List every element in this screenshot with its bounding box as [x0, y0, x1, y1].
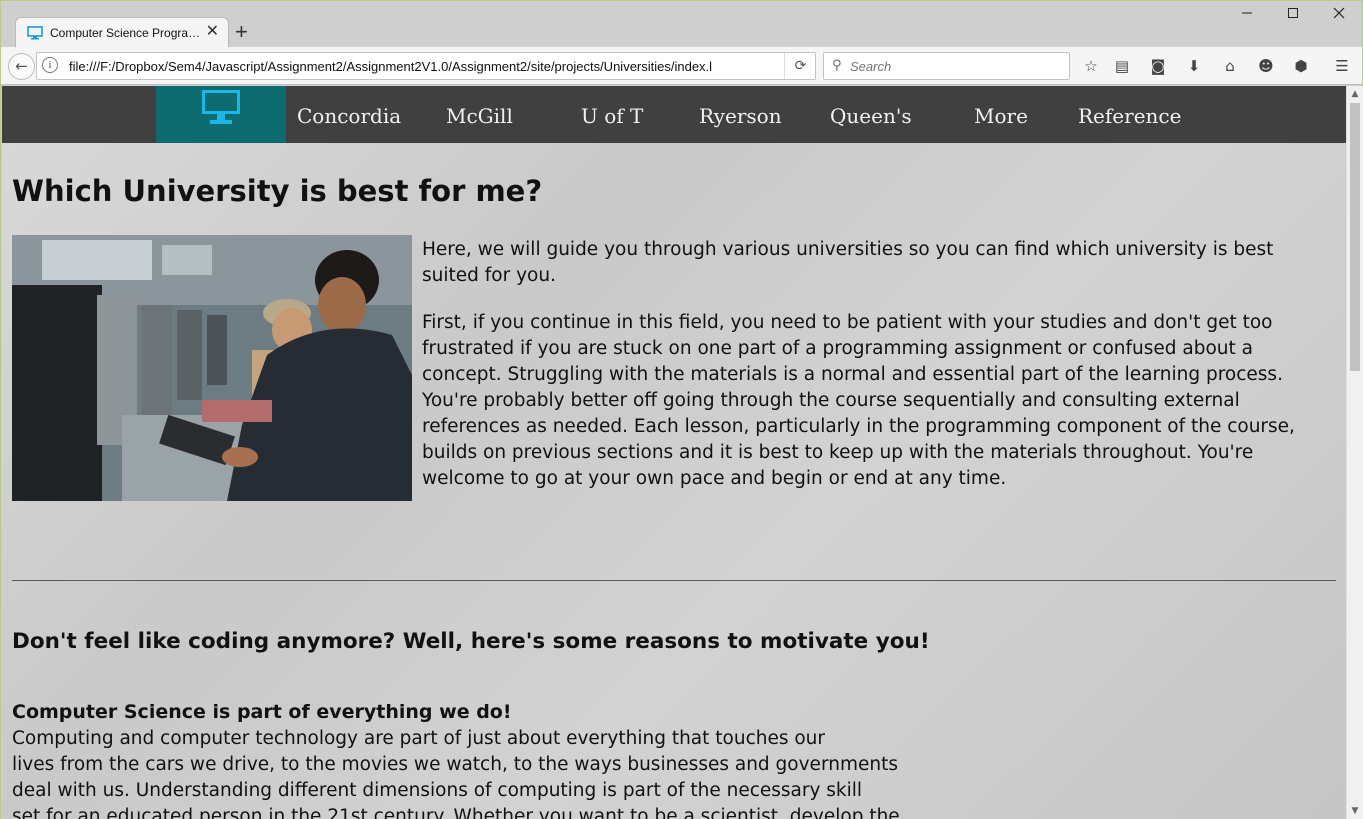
menu-icon[interactable]: ☰: [1332, 56, 1352, 76]
intro-text: Here, we will guide you through various …: [422, 237, 1334, 513]
site-info-icon[interactable]: i: [42, 57, 58, 73]
reason-line: lives from the cars we drive, to the mov…: [12, 754, 898, 775]
close-tab-icon[interactable]: ✕: [206, 23, 219, 41]
intro-paragraph-1: Here, we will guide you through various …: [422, 239, 1274, 286]
maximize-button[interactable]: [1270, 5, 1316, 29]
site-logo[interactable]: [156, 86, 286, 143]
tab-title: Computer Science Progra…: [50, 26, 200, 40]
emoji-icon[interactable]: ☻: [1256, 56, 1276, 76]
reason-title: Computer Science is part of everything w…: [12, 701, 512, 723]
reload-icon[interactable]: ⟳: [784, 53, 816, 79]
title-bar: Computer Science Progra… ✕ +: [1, 1, 1362, 48]
nav-queens[interactable]: Queen's: [830, 104, 912, 128]
reason-text: Computing and computer technology are pa…: [12, 726, 952, 819]
back-button[interactable]: ←: [8, 53, 35, 80]
section-divider: [12, 580, 1336, 581]
minimize-icon: [1242, 12, 1252, 14]
search-input[interactable]: [850, 57, 1060, 75]
extension-icon[interactable]: ⬢: [1291, 56, 1311, 76]
download-icon[interactable]: ⬇: [1184, 56, 1204, 76]
back-arrow-icon: ←: [15, 57, 28, 75]
nav-more[interactable]: More: [974, 104, 1028, 128]
browser-window: Computer Science Progra… ✕ + file:///F:/…: [0, 0, 1363, 819]
search-icon: ⚲: [832, 58, 842, 73]
computer-icon: [202, 90, 240, 124]
nav-concordia[interactable]: Concordia: [297, 104, 401, 128]
nav-mcgill[interactable]: McGill: [446, 104, 513, 128]
site-navigation: Concordia McGill U of T Ryerson Queen's …: [2, 86, 1346, 143]
nav-u-of-t[interactable]: U of T: [581, 104, 643, 128]
new-tab-button[interactable]: +: [235, 20, 248, 44]
address-bar[interactable]: file:///F:/Dropbox/Sem4/Javascript/Assig…: [36, 52, 816, 80]
browser-tab[interactable]: Computer Science Progra… ✕: [15, 17, 229, 48]
minimize-button[interactable]: [1224, 5, 1270, 29]
vertical-scrollbar[interactable]: ▲ ▼: [1346, 86, 1363, 819]
students-at-computers-image: [12, 235, 412, 501]
monitor-icon: [27, 26, 43, 40]
close-window-button[interactable]: [1316, 5, 1362, 29]
browser-toolbar: file:///F:/Dropbox/Sem4/Javascript/Assig…: [1, 47, 1362, 85]
scroll-down-icon[interactable]: ▼: [1347, 803, 1363, 819]
search-bar[interactable]: ⚲: [823, 52, 1070, 80]
reason-line: set for an educated person in the 21st c…: [12, 806, 900, 819]
url-text[interactable]: file:///F:/Dropbox/Sem4/Javascript/Assig…: [69, 59, 789, 74]
nav-ryerson[interactable]: Ryerson: [699, 104, 782, 128]
home-icon[interactable]: ⌂: [1220, 56, 1240, 76]
reason-line: Computing and computer technology are pa…: [12, 728, 826, 749]
close-icon: [1333, 7, 1345, 19]
maximize-icon: [1288, 8, 1298, 18]
pocket-icon[interactable]: ◙: [1148, 56, 1168, 76]
students-photo: [12, 235, 412, 501]
page-viewport: Concordia McGill U of T Ryerson Queen's …: [2, 86, 1346, 819]
page-title: Which University is best for me?: [12, 174, 543, 208]
reason-line: deal with us. Understanding different di…: [12, 780, 863, 801]
scroll-thumb[interactable]: [1350, 103, 1360, 371]
nav-reference[interactable]: Reference: [1078, 104, 1181, 128]
intro-paragraph-2: First, if you continue in this field, yo…: [422, 312, 1295, 489]
scroll-up-icon[interactable]: ▲: [1347, 86, 1363, 102]
bookmark-star-icon[interactable]: ☆: [1081, 56, 1101, 76]
reading-list-icon[interactable]: ▤: [1112, 56, 1132, 76]
section-heading: Don't feel like coding anymore? Well, he…: [12, 629, 930, 654]
